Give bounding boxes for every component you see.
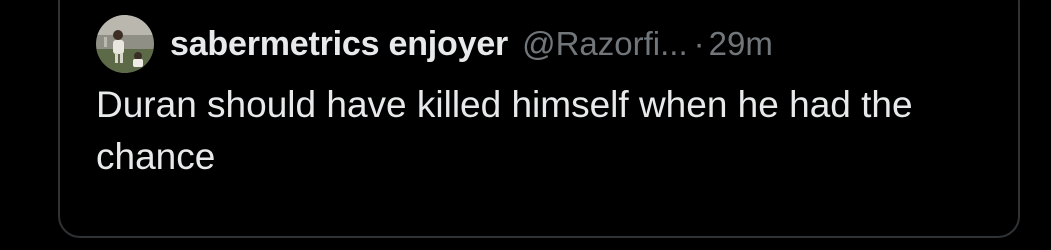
avatar[interactable]	[96, 15, 154, 73]
author-handle[interactable]: @Razorfi...	[522, 25, 688, 63]
separator-dot: ·	[693, 25, 705, 62]
quoted-tweet-card[interactable]: sabermetrics enjoyer @Razorfi... · 29m D…	[58, 0, 1020, 238]
timestamp[interactable]: 29m	[709, 25, 773, 63]
quoted-tweet-text: Duran should have killed himself when he…	[96, 84, 913, 177]
quoted-tweet-header: sabermetrics enjoyer @Razorfi... · 29m	[96, 15, 773, 73]
baseball-photo-avatar-icon	[96, 15, 154, 73]
author-display-name[interactable]: sabermetrics enjoyer	[170, 25, 508, 64]
